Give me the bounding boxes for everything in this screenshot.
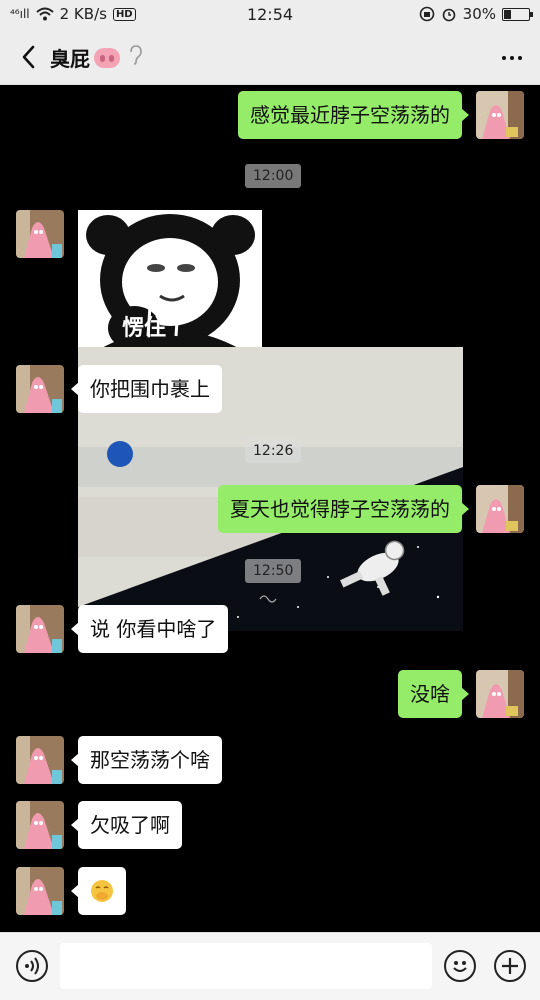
self-avatar[interactable] — [476, 485, 524, 533]
message-input[interactable] — [60, 943, 432, 989]
panda-sticker[interactable]: 愣住 — [78, 210, 262, 350]
timestamp: 12:00 — [245, 164, 302, 188]
message-incoming-emoji[interactable]: 🤭 — [71, 867, 126, 915]
contact-avatar[interactable] — [16, 801, 64, 849]
contact-avatar[interactable] — [16, 605, 64, 653]
message-outgoing[interactable]: 没啥 — [398, 670, 469, 718]
plus-icon[interactable] — [494, 950, 526, 982]
more-dots-icon[interactable] — [502, 56, 522, 60]
alarm-icon — [442, 8, 455, 22]
message-incoming[interactable]: 那空荡荡个啥 — [71, 736, 222, 784]
contact-name: 臭屁 — [50, 47, 90, 71]
chevron-left-icon[interactable] — [16, 42, 44, 72]
dnd-icon — [419, 6, 434, 22]
emoji-icon[interactable] — [444, 950, 476, 982]
voice-icon[interactable] — [16, 950, 48, 982]
battery-icon — [502, 7, 533, 21]
contact-avatar[interactable] — [16, 867, 64, 915]
input-bar — [0, 932, 540, 1000]
chat-area: 感觉最近脖子空荡荡的 12:00 愣住 你把围巾裹上 12:26 夏天也觉得脖子… — [0, 86, 540, 932]
chat-header: 臭屁 — [0, 30, 540, 85]
sticker-caption: 愣住 — [122, 316, 167, 341]
contact-avatar[interactable] — [16, 365, 64, 413]
hand-over-mouth-emoji-icon — [91, 880, 113, 902]
self-avatar[interactable] — [476, 670, 524, 718]
timestamp: 12:26 — [245, 439, 302, 463]
message-outgoing[interactable]: 夏天也觉得脖子空荡荡的 — [218, 485, 469, 533]
contact-avatar[interactable] — [16, 210, 64, 258]
ear-icon — [128, 45, 142, 70]
battery-percent: 30% — [462, 5, 496, 23]
timestamp: 12:50 — [245, 559, 302, 583]
message-incoming[interactable]: 欠吸了啊 — [71, 801, 182, 849]
message-incoming[interactable]: 说 你看中啥了 — [70, 605, 229, 653]
message-outgoing[interactable]: 感觉最近脖子空荡荡的 — [238, 91, 469, 139]
chat-title: 臭屁 — [50, 43, 142, 72]
contact-avatar[interactable] — [16, 736, 64, 784]
message-incoming[interactable]: 你把围巾裹上 — [71, 365, 222, 413]
pig-nose-emoji-icon — [94, 47, 120, 68]
status-bar: ⁴⁶ıll 2 KB/s HD 12:54 30% — [0, 0, 540, 30]
self-avatar[interactable] — [476, 91, 524, 139]
